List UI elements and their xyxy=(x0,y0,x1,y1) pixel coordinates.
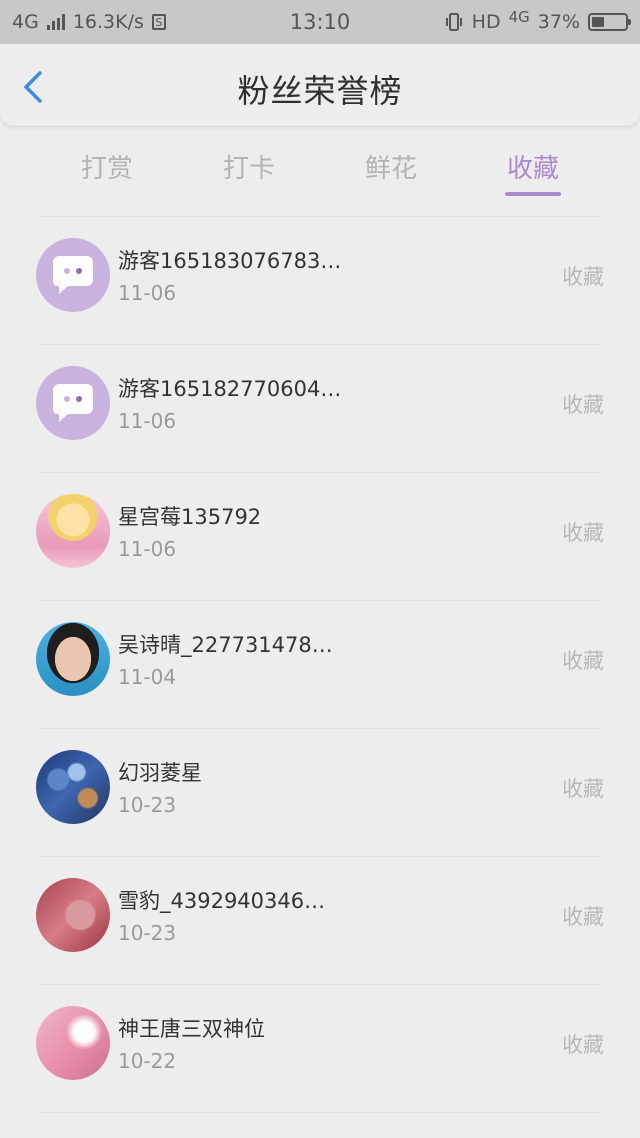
status-bar: 4G 16.3K/s S 13:10 HD 4G 37% xyxy=(0,0,640,44)
fan-row[interactable]: 神王唐三双神位 10-22 收藏 xyxy=(36,985,604,1113)
fan-name: 游客165183076783… xyxy=(118,249,342,273)
chat-icon[interactable] xyxy=(36,366,110,440)
favorite-label: 收藏 xyxy=(562,265,604,289)
s-app-icon: S xyxy=(151,14,166,30)
vibrate-icon xyxy=(445,13,462,31)
tab-checkin[interactable]: 打卡 xyxy=(189,126,309,216)
battery-icon xyxy=(588,13,631,31)
fan-date: 11-06 xyxy=(118,281,177,305)
fan-date: 10-22 xyxy=(118,1049,177,1073)
fan-row[interactable]: 游客165183076783… 11-06 收藏 xyxy=(36,217,604,345)
chat-icon[interactable] xyxy=(36,238,110,312)
tab-flowers[interactable]: 鲜花 xyxy=(331,126,451,216)
nav-header: 粉丝荣誉榜 xyxy=(0,44,640,127)
favorite-label: 收藏 xyxy=(562,1033,604,1057)
fan-name: 幻羽菱星 xyxy=(118,761,202,785)
fan-name: 星宫莓135792 xyxy=(118,505,262,529)
fan-row[interactable]: 雪豹_4392940346… 10-23 收藏 xyxy=(36,857,604,985)
battery-fill xyxy=(592,17,604,27)
fan-list: 游客165183076783… 11-06 收藏 游客165182770604… 11-… xyxy=(0,216,640,1113)
page-title: 粉丝荣誉榜 xyxy=(237,72,403,110)
fan-rows: 游客165183076783… 11-06 收藏 游客165182770604… 11-… xyxy=(0,217,640,1113)
fan-name: 吴诗晴_227731478… xyxy=(118,633,333,657)
battery-percent: 37% xyxy=(537,11,580,33)
favorite-label: 收藏 xyxy=(562,521,604,545)
tab-label: 打赏 xyxy=(80,154,133,184)
fan-row[interactable]: 游客165182770604… 11-06 收藏 xyxy=(36,345,604,473)
avatar[interactable] xyxy=(36,1006,110,1080)
tab-label: 打卡 xyxy=(222,154,275,184)
signal-icon xyxy=(46,14,65,30)
avatar[interactable] xyxy=(36,750,110,824)
fan-date: 11-06 xyxy=(118,537,177,561)
screen: 4G 16.3K/s S 13:10 HD 4G 37% 粉丝荣誉榜 打赏 打卡 鲜… xyxy=(0,0,640,1138)
fan-name: 游客165182770604… xyxy=(118,377,342,401)
tab-bar: 打赏 打卡 鲜花 收藏 xyxy=(0,126,640,216)
network-label-2: 4G xyxy=(508,8,530,26)
fan-row[interactable]: 吴诗晴_227731478… 11-04 收藏 xyxy=(36,601,604,729)
fan-name: 神王唐三双神位 xyxy=(118,1017,265,1041)
hd-label: HD xyxy=(471,11,501,33)
fan-name: 雪豹_4392940346… xyxy=(118,889,326,913)
status-left: 4G 16.3K/s S xyxy=(12,11,166,33)
fan-row[interactable]: 幻羽菱星 10-23 收藏 xyxy=(36,729,604,857)
fan-date: 10-23 xyxy=(118,921,177,945)
favorite-label: 收藏 xyxy=(562,393,604,417)
favorite-label: 收藏 xyxy=(562,905,604,929)
net-speed: 16.3K/s xyxy=(72,11,144,33)
active-tab-underline xyxy=(505,192,561,196)
avatar[interactable] xyxy=(36,622,110,696)
fan-date: 11-06 xyxy=(118,409,177,433)
fan-row[interactable]: 星宫莓135792 11-06 收藏 xyxy=(36,473,604,601)
tab-favorites[interactable]: 收藏 xyxy=(473,126,593,216)
tab-label: 鲜花 xyxy=(364,154,417,184)
network-label: 4G xyxy=(12,11,39,33)
favorite-label: 收藏 xyxy=(562,777,604,801)
favorite-label: 收藏 xyxy=(562,649,604,673)
avatar[interactable] xyxy=(36,878,110,952)
tab-label: 收藏 xyxy=(506,154,559,184)
fan-date: 10-23 xyxy=(118,793,177,817)
tab-reward[interactable]: 打赏 xyxy=(47,126,167,216)
avatar[interactable] xyxy=(36,494,110,568)
status-right: HD 4G 37% xyxy=(444,8,631,33)
fan-date: 11-04 xyxy=(118,665,177,689)
